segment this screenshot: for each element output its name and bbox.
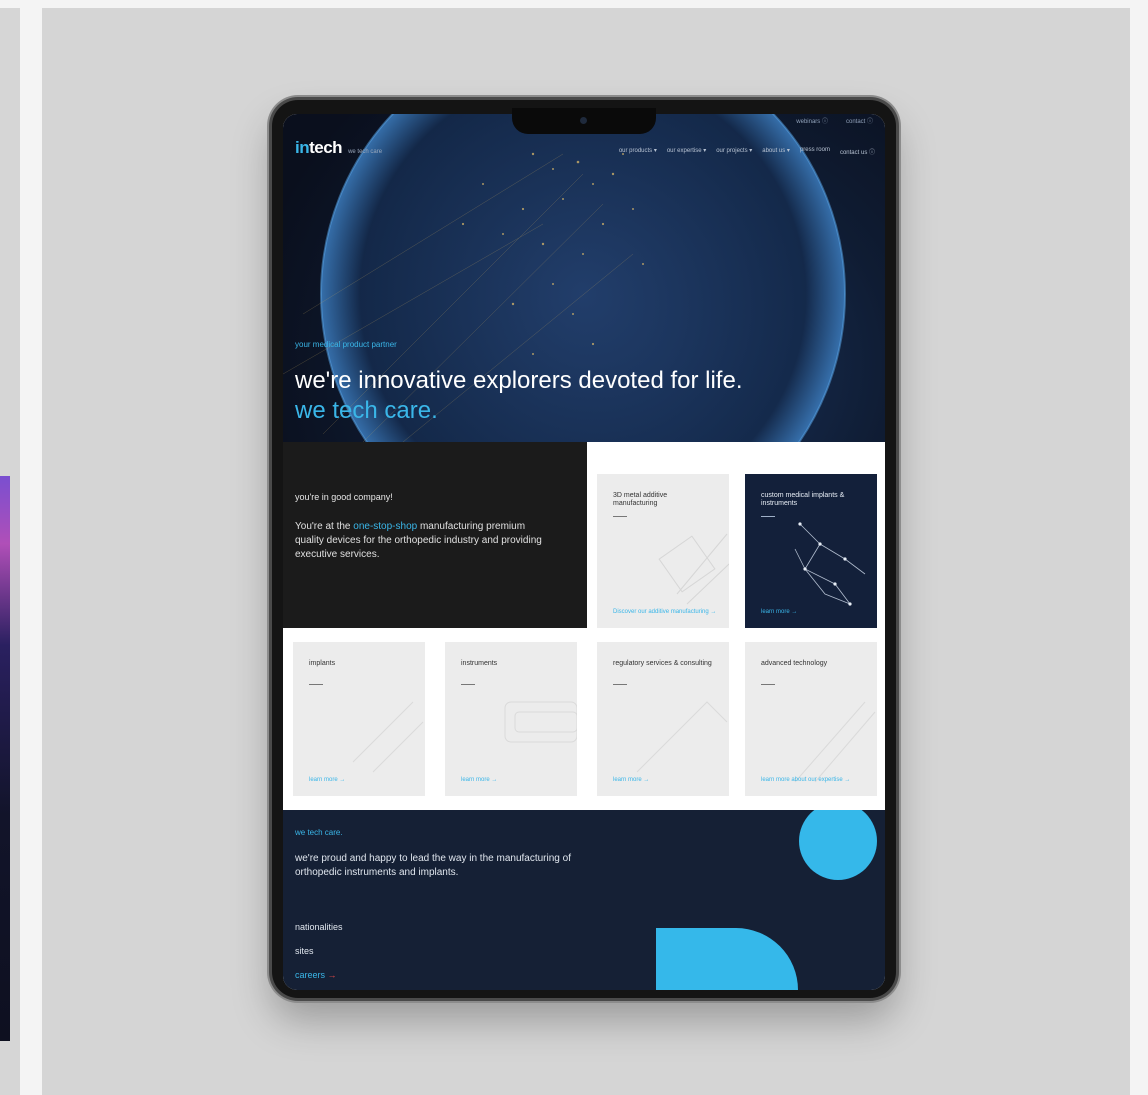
nav-item-projects[interactable]: our projects ▾ [716,147,752,156]
website-screen: webinars ⓘ contact ⓘ intech we tech care… [283,114,885,990]
card-divider [613,684,627,685]
previous-slide-strip[interactable] [0,8,20,1095]
hero-headline: we're innovative explorers devoted for l… [295,367,743,394]
card-title: 3D metal additive manufacturing [613,492,668,507]
about-footer-section: we tech care. we're proud and happy to l… [283,810,885,990]
card-title: instruments [461,660,498,667]
logo-prefix: in [295,138,310,157]
hero-headline-accent: we tech care. [295,397,438,424]
nav-item-about[interactable]: about us ▾ [762,147,790,156]
card-additive-manufacturing[interactable]: 3D metal additive manufacturing Discover… [597,474,729,628]
card-title: regulatory services & consulting [613,660,712,667]
intro-text-start: You're at the [295,521,354,532]
footer-text: we're proud and happy to lead the way in… [295,853,571,878]
card-title: implants [309,660,336,667]
logo-suffix: tech [309,138,343,157]
card-divider [461,684,475,685]
footer-stat-sites: sites [295,946,314,956]
nav-item-contact[interactable]: contact us ⓘ [840,147,875,156]
card-link[interactable]: learn more → [761,608,865,616]
footer-stat-nationalities: nationalities [295,922,343,932]
card-regulatory-services[interactable]: regulatory services & consulting learn m… [597,642,729,796]
site-logo[interactable]: intech we tech care [295,138,382,158]
tablet-mockup: webinars ⓘ contact ⓘ intech we tech care… [272,100,896,998]
arrow-right-icon: → [327,970,337,980]
topbar-link-webinars[interactable]: webinars ⓘ [796,116,828,125]
intro-text-highlight[interactable]: one-stop-shop [353,521,417,532]
careers-link[interactable]: careers → [295,970,337,980]
card-link[interactable]: learn more → [309,776,413,784]
services-cards-row: implants learn more → instruments learn … [283,628,885,796]
utility-bar: webinars ⓘ contact ⓘ [796,116,873,125]
nav-item-products[interactable]: our products ▾ [619,147,657,156]
intro-text: You're at the one-stop-shop manufacturin… [295,520,545,562]
intro-dark-panel: you're in good company! You're at the on… [283,442,587,628]
main-navigation: our products ▾ our expertise ▾ our proje… [619,147,875,156]
topbar-link-contact[interactable]: contact ⓘ [846,116,873,125]
logo-wordmark: intech [295,138,343,158]
previous-slide-thumbnail[interactable] [0,476,10,1041]
card-link[interactable]: Discover our additive manufacturing → [613,608,717,616]
nav-item-press[interactable]: press room [800,147,830,156]
card-link[interactable]: learn more → [461,776,565,784]
card-instruments[interactable]: instruments learn more → [445,642,577,796]
screenshot-stage: webinars ⓘ contact ⓘ intech we tech care… [0,0,1148,1095]
nav-item-expertise[interactable]: our expertise ▾ [667,147,706,156]
card-divider [613,516,627,517]
card-title: advanced technology [761,660,828,667]
card-link[interactable]: learn more → [613,776,717,784]
camera-icon [580,117,587,124]
intro-section: you're in good company! You're at the on… [283,442,885,628]
decorative-quarter-shape [656,928,798,990]
hero-section: webinars ⓘ contact ⓘ intech we tech care… [283,114,885,442]
card-divider [761,516,775,517]
card-implants[interactable]: implants learn more → [293,642,425,796]
intro-kicker: you're in good company! [295,492,393,502]
card-divider [309,684,323,685]
tablet-notch [512,108,656,134]
card-link[interactable]: learn more about our expertise → [761,776,865,784]
hero-eyebrow: your medical product partner [295,340,397,349]
card-divider [761,684,775,685]
logo-tagline: we tech care [348,149,383,155]
card-advanced-technology[interactable]: advanced technology learn more about our… [745,642,877,796]
footer-eyebrow: we tech care. [295,828,343,837]
careers-link-label: careers [295,970,326,980]
decorative-circle [799,810,877,880]
card-title: custom medical implants & instruments [761,492,845,507]
card-custom-implants[interactable]: custom medical implants & instruments le… [745,474,877,628]
